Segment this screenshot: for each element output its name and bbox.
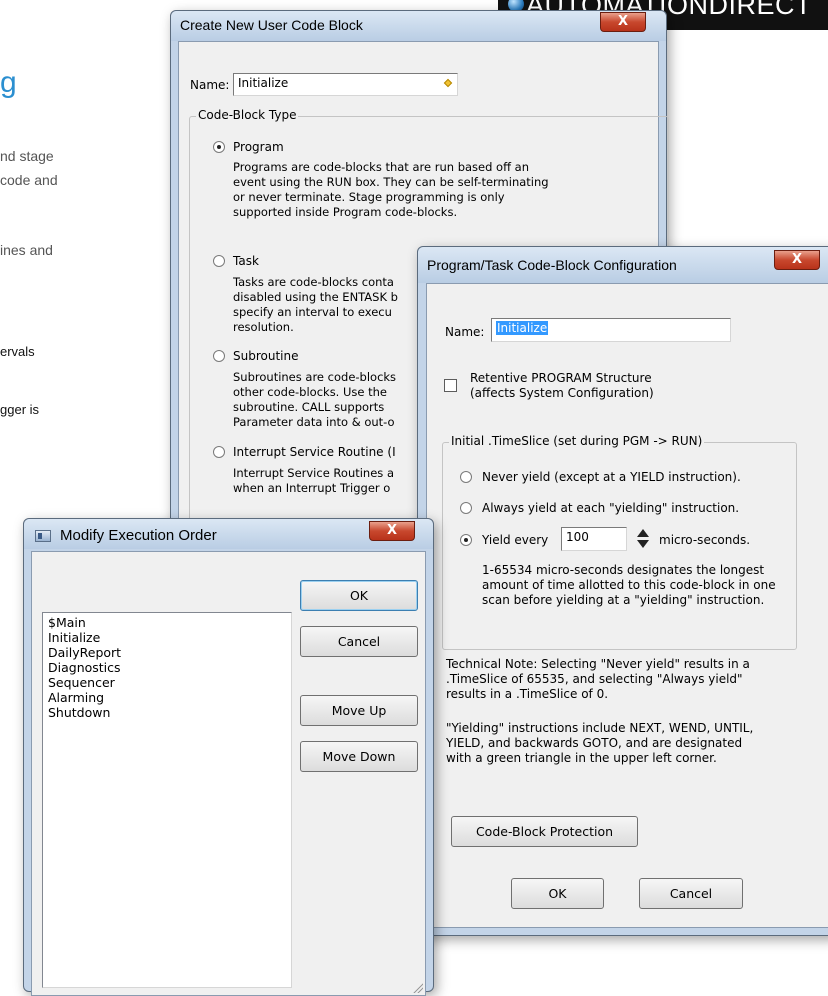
title-bar[interactable]: Program/Task Code-Block Configuration X xyxy=(418,247,828,283)
dialog-body: Name: Initialize Retentive PROGRAM Struc… xyxy=(426,283,828,928)
yielding-note: "Yielding" instructions include NEXT, WE… xyxy=(446,721,754,735)
ok-button[interactable]: OK xyxy=(300,580,418,611)
code-block-protection-button[interactable]: Code-Block Protection xyxy=(451,816,638,847)
page-heading-fragment: g xyxy=(0,66,17,99)
subroutine-description: Subroutines are code-blocks other code-b… xyxy=(233,370,397,429)
spin-up-icon[interactable] xyxy=(637,529,649,537)
close-button[interactable]: X xyxy=(600,12,646,32)
range-description: 1-65534 micro-seconds designates the lon… xyxy=(482,563,765,577)
window-icon xyxy=(35,530,51,542)
isr-label: Interrupt Service Routine (I xyxy=(233,445,396,459)
subroutine-label: Subroutine xyxy=(233,349,299,363)
always-yield-label: Always yield at each "yielding" instruct… xyxy=(482,501,740,515)
yield-interval-value: 100 xyxy=(566,530,589,544)
page-text-line: gger is xyxy=(0,402,40,417)
technical-note: Technical Note: Selecting "Never yield" … xyxy=(446,657,750,671)
name-value: Initialize xyxy=(238,76,289,90)
list-item[interactable]: $Main xyxy=(48,615,86,630)
ok-button[interactable]: OK xyxy=(511,878,604,909)
close-icon: X xyxy=(386,523,398,538)
name-input[interactable]: Initialize xyxy=(491,318,731,342)
subroutine-radio[interactable] xyxy=(213,350,225,362)
retentive-label: Retentive PROGRAM Structure xyxy=(470,371,652,385)
cancel-button[interactable]: Cancel xyxy=(639,878,743,909)
always-yield-radio[interactable] xyxy=(460,502,472,514)
never-yield-label: Never yield (except at a YIELD instructi… xyxy=(482,470,741,484)
close-icon: X xyxy=(617,14,629,29)
yielding-note: with a green triangle in the upper left … xyxy=(446,751,717,765)
yield-every-radio[interactable] xyxy=(460,534,472,546)
technical-note: .TimeSlice of 65535, and selecting "Alwa… xyxy=(446,672,743,686)
page-text-line: code and xyxy=(0,172,58,188)
list-item[interactable]: DailyReport xyxy=(48,645,121,660)
group-label: Code-Block Type xyxy=(196,108,299,122)
dialog-title: Program/Task Code-Block Configuration xyxy=(427,257,677,273)
list-item[interactable]: Shutdown xyxy=(48,705,110,720)
timeslice-group-label: Initial .TimeSlice (set during PGM -> RU… xyxy=(449,434,705,448)
title-bar[interactable]: Modify Execution Order X xyxy=(24,519,433,549)
list-item[interactable]: Sequencer xyxy=(48,675,115,690)
task-description: Tasks are code-blocks conta disabled usi… xyxy=(233,275,398,334)
yield-every-label: Yield every xyxy=(482,533,549,547)
move-down-button[interactable]: Move Down xyxy=(300,741,418,772)
code-block-config-dialog: Program/Task Code-Block Configuration X … xyxy=(417,246,828,936)
close-button[interactable]: X xyxy=(369,521,415,541)
resize-grip-icon[interactable] xyxy=(411,981,423,993)
technical-note: results in a .TimeSlice of 0. xyxy=(446,687,609,701)
name-value-selected: Initialize xyxy=(496,321,549,335)
yield-interval-spinner[interactable] xyxy=(635,528,651,550)
program-description: Programs are code-blocks that are run ba… xyxy=(233,160,549,219)
title-bar[interactable]: Create New User Code Block X xyxy=(171,11,666,41)
code-block-list[interactable]: $Main Initialize DailyReport Diagnostics… xyxy=(42,612,292,988)
retentive-checkbox[interactable] xyxy=(444,379,457,392)
range-description: amount of time allotted to this code-blo… xyxy=(482,578,776,592)
isr-radio[interactable] xyxy=(213,446,225,458)
yielding-note: YIELD, and backwards GOTO, and are desig… xyxy=(446,736,743,750)
task-radio[interactable] xyxy=(213,255,225,267)
task-label: Task xyxy=(233,254,259,268)
page-text-line: nd stage xyxy=(0,148,54,164)
modify-execution-order-dialog: Modify Execution Order X $Main Initializ… xyxy=(23,518,434,996)
page-text-line: ervals xyxy=(0,344,35,359)
retentive-sublabel: (affects System Configuration) xyxy=(470,386,654,400)
move-up-button[interactable]: Move Up xyxy=(300,695,418,726)
yield-unit-label: micro-seconds. xyxy=(659,533,751,547)
dialog-body: $Main Initialize DailyReport Diagnostics… xyxy=(31,551,426,996)
name-input[interactable]: Initialize xyxy=(233,73,458,96)
close-button[interactable]: X xyxy=(774,250,820,270)
never-yield-radio[interactable] xyxy=(460,471,472,483)
dialog-title: Modify Execution Order xyxy=(60,527,217,544)
name-label: Name: xyxy=(445,325,485,339)
page-text-line: ines and xyxy=(0,242,53,258)
list-item[interactable]: Diagnostics xyxy=(48,660,121,675)
dialog-title: Create New User Code Block xyxy=(180,17,363,33)
range-description: scan before yielding at a "yielding" ins… xyxy=(482,593,765,607)
program-label: Program xyxy=(233,140,284,154)
cancel-button[interactable]: Cancel xyxy=(300,626,418,657)
close-icon: X xyxy=(791,252,803,267)
spin-down-icon[interactable] xyxy=(637,540,649,548)
program-radio[interactable] xyxy=(213,141,225,153)
yield-interval-input[interactable]: 100 xyxy=(561,527,627,551)
isr-description: Interrupt Service Routines a when an Int… xyxy=(233,466,394,495)
list-item[interactable]: Alarming xyxy=(48,690,104,705)
list-item[interactable]: Initialize xyxy=(48,630,100,645)
name-label: Name: xyxy=(190,78,230,92)
